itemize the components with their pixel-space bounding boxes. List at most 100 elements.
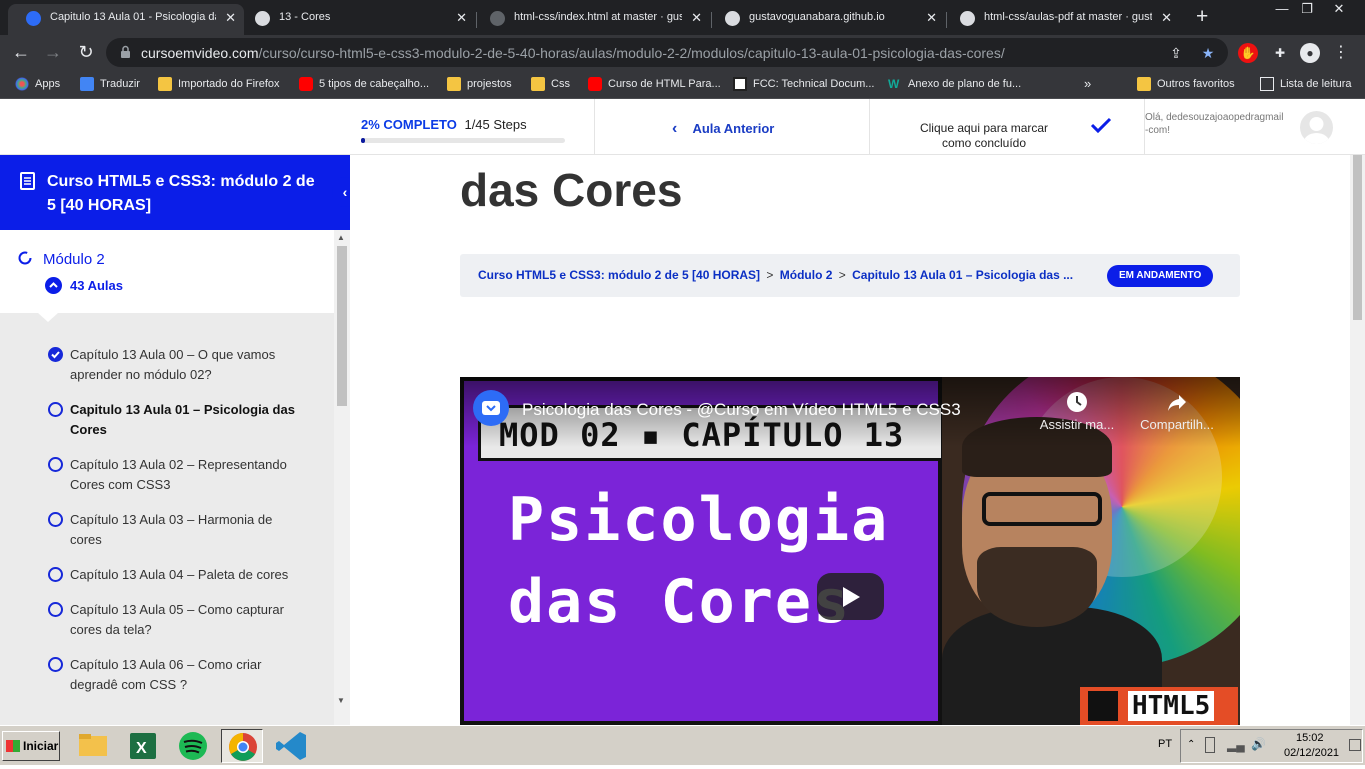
bookmark-apps[interactable]: Apps [15,77,60,91]
avatar[interactable] [1300,111,1333,144]
close-tab-icon[interactable]: ✕ [1161,4,1172,31]
folder-icon [447,77,461,91]
bookmark-star-icon[interactable]: ★ [1199,44,1217,62]
chrome-icon[interactable] [221,729,263,763]
bookmark-label: Anexo de plano de fu... [908,78,1022,90]
url-host: cursoemvideo.com [141,45,259,61]
vscode-icon[interactable] [272,729,314,763]
extensions-puzzle-icon[interactable]: ✚ [1270,43,1290,63]
freecodecamp-icon [733,77,747,91]
reading-list-button[interactable]: Lista de leitura [1260,77,1352,91]
address-bar[interactable]: cursoemvideo.com/curso/curso-html5-e-css… [106,38,1228,67]
bookmark-anexo[interactable]: W Anexo de plano de fu... [888,77,1022,91]
play-button[interactable] [817,573,884,620]
restore-window-button[interactable]: ❐ [1295,0,1319,18]
bookmark-traduzir[interactable]: Traduzir [80,77,140,91]
os-taskbar: Iniciar X PT ⌃ ▂▄ 🔊 15:02 02/12/2021 [0,725,1365,765]
reload-icon[interactable]: ↻ [75,41,97,63]
close-tab-icon[interactable]: ✕ [926,4,937,31]
page-scroll-thumb[interactable] [1353,155,1362,320]
spotify-icon[interactable] [172,729,214,763]
progress-bar-fill [361,138,366,143]
sidebar-scrollbar[interactable]: ▲ ▼ [334,230,350,725]
bookmark-label: Importado do Firefox [178,78,280,90]
tab-13-cores[interactable]: 13 - Cores ✕ [237,4,475,35]
previous-lesson-button[interactable]: ‹ Aula Anterior [672,120,774,138]
minimize-window-button[interactable]: — [1270,0,1294,18]
breadcrumb-separator: > [838,268,846,282]
extension-hand-icon[interactable]: ✋ [1238,43,1258,63]
tab-github-index[interactable]: html-css/index.html at master · gust ✕ [472,4,710,35]
channel-logo[interactable] [473,390,509,426]
breadcrumb-lesson-link[interactable]: Capitulo 13 Aula 01 – Psicologia das ... [852,268,1073,282]
tab-label: gustavoguanabara.github.io [749,11,885,23]
bookmark-curso-html[interactable]: Curso de HTML Para... [588,77,721,91]
breadcrumb-trail: Curso HTML5 e CSS3: módulo 2 de 5 [40 HO… [478,268,1073,282]
share-button[interactable]: Compartilh... [1132,391,1222,432]
video-title[interactable]: Psicologia das Cores - @Curso em Vídeo H… [522,400,961,420]
tab-gustavoguanabara[interactable]: gustavoguanabara.github.io ✕ [707,4,945,35]
scroll-down-arrow-icon[interactable]: ▼ [337,696,345,705]
header-divider [869,99,870,155]
bookmark-label: Curso de HTML Para... [608,78,721,90]
video-player[interactable]: MOD 02 ▪ CAPÍTULO 13 Psicologia das Core… [460,377,1240,725]
page-title: das Cores [460,164,683,216]
volume-icon[interactable]: 🔊 [1251,737,1266,751]
checkmark-icon[interactable] [1090,116,1112,134]
close-tab-icon[interactable]: ✕ [691,4,702,31]
bookmark-importado-firefox[interactable]: Importado do Firefox [158,77,280,91]
bookmark-fcc[interactable]: FCC: Technical Docum... [733,77,874,91]
network-icon[interactable]: ▂▄ [1227,738,1245,752]
forward-arrow-icon[interactable]: → [42,41,64,63]
sidebar-scroll-thumb[interactable] [337,246,347,406]
presenter-beard [977,547,1097,627]
breadcrumb-module-link[interactable]: Módulo 2 [780,268,833,282]
breadcrumb: Curso HTML5 e CSS3: módulo 2 de 5 [40 HO… [460,254,1240,297]
empty-circle-icon [48,602,63,617]
user-greeting: Olá, dedesouzajoaopedragmail-com! [1145,112,1284,136]
page-scrollbar[interactable] [1350,155,1365,725]
file-explorer-icon[interactable] [72,729,114,763]
chevron-up-icon[interactable] [45,277,62,294]
excel-icon[interactable]: X [122,729,164,763]
document-icon [20,172,35,190]
close-tab-icon[interactable]: ✕ [456,4,467,31]
bookmark-projestos[interactable]: projestos [447,77,512,91]
status-badge: EM ANDAMENTO [1107,265,1214,287]
html5-shield-icon [1088,691,1118,721]
watch-later-button[interactable]: Assistir ma... [1032,391,1122,432]
watch-later-label: Assistir ma... [1039,417,1115,432]
tray-expand-icon[interactable]: ⌃ [1187,739,1195,750]
scroll-up-arrow-icon[interactable]: ▲ [337,233,345,242]
back-arrow-icon[interactable]: ← [10,41,32,63]
module-header[interactable]: Módulo 2 43 Aulas [0,230,334,313]
tab-capitulo-13-aula-01[interactable]: Capitulo 13 Aula 01 - Psicologia das ✕ [8,4,244,35]
mark-complete-button[interactable]: Clique aqui para marcar como concluído [904,121,1064,151]
profile-icon[interactable]: ● [1300,43,1320,63]
bookmark-label: 5 tipos de cabeçalho... [319,78,430,90]
checkmark-circle-icon [48,347,63,362]
progress-steps: 1/45 Steps [464,117,527,132]
close-window-button[interactable]: ✕ [1327,0,1351,18]
language-indicator[interactable]: PT [1158,738,1172,750]
start-button[interactable]: Iniciar [2,731,60,761]
tab-aulas-pdf[interactable]: html-css/aulas-pdf at master · gust ✕ [942,4,1180,35]
new-tab-button[interactable]: + [1196,4,1208,30]
chevron-left-icon: ‹ [342,184,348,200]
bookmarks-overflow-button[interactable]: » [1084,76,1091,91]
clock-time[interactable]: 15:02 [1296,732,1324,744]
user-silhouette-icon [1303,117,1330,144]
notifications-icon[interactable] [1349,739,1361,751]
breadcrumb-course-link[interactable]: Curso HTML5 e CSS3: módulo 2 de 5 [40 HO… [478,268,760,282]
bookmark-label: projestos [467,78,512,90]
bookmark-outros-favoritos[interactable]: Outros favoritos [1137,77,1235,91]
course-title[interactable]: Curso HTML5 e CSS3: módulo 2 de 5 [40 HO… [47,170,317,218]
clock-date[interactable]: 02/12/2021 [1284,747,1339,759]
menu-kebab-icon[interactable]: ⋮ [1331,43,1351,63]
bookmark-css[interactable]: Css [531,77,570,91]
share-icon[interactable]: ⇪ [1167,44,1185,62]
bookmark-5-tipos[interactable]: 5 tipos de cabeçalho... [299,77,430,91]
chevron-up-glyph [49,282,58,288]
battery-icon[interactable] [1205,737,1215,753]
close-tab-icon[interactable]: ✕ [225,4,236,31]
